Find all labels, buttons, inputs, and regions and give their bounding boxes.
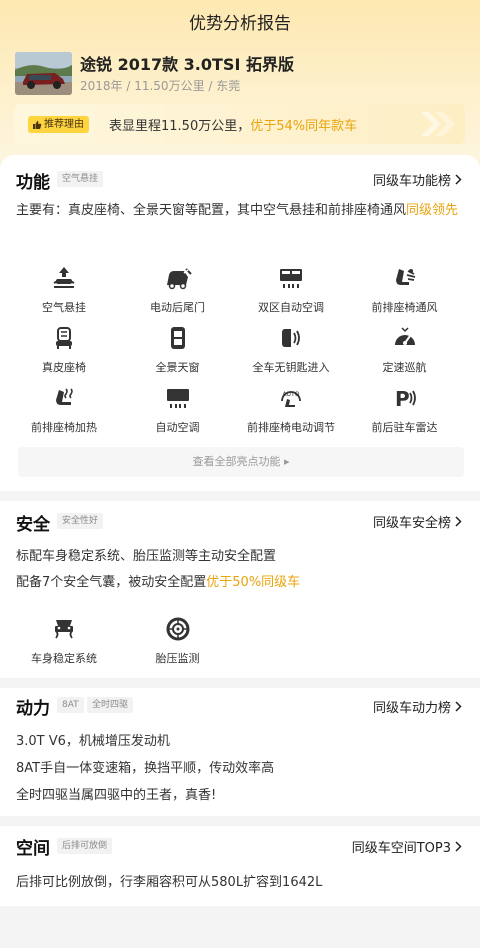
feature-label: 空气悬挂	[42, 301, 86, 314]
svg-text:P: P	[395, 387, 410, 411]
chevron-right-icon	[455, 701, 462, 712]
tire-pressure-icon	[123, 616, 233, 642]
feature-item[interactable]: 前排座椅通风	[350, 265, 460, 315]
chevron-decoration-icon	[421, 112, 455, 136]
keyless-entry-icon	[236, 325, 346, 351]
reason-text-highlight: 优于54%同年款车	[250, 119, 358, 134]
seat-heating-icon	[9, 385, 119, 411]
function-description: 主要有：真皮座椅、全景天窗等配置，其中空气悬挂和前排座椅通风同级领先	[16, 200, 462, 222]
see-all-features-button[interactable]: 查看全部亮点功能 ▸	[18, 447, 464, 477]
thumb-up-icon	[33, 120, 42, 129]
function-rank-label: 同级车功能榜	[372, 174, 451, 189]
feature-label: 电动后尾门	[150, 301, 205, 314]
power-rank-label: 同级车动力榜	[372, 701, 451, 716]
safety-line-2: 配备7个安全气囊，被动安全配置优于50%同级车	[16, 571, 300, 590]
feature-item[interactable]: 胎压监测	[123, 616, 233, 666]
parking-radar-icon: P	[350, 385, 460, 411]
feature-item[interactable]: 双区自动空调	[236, 265, 346, 315]
feature-item[interactable]: 空气悬挂	[9, 265, 119, 315]
feature-label: 前排座椅电动调节	[247, 421, 335, 434]
feature-item[interactable]: 前排座椅加热	[9, 385, 119, 435]
power-rank-link[interactable]: 同级车动力榜	[373, 697, 462, 716]
space-card: 空间 后排可放倒 同级车空间TOP3 后排可比例放倒，行李厢容积可从580L扩容…	[0, 826, 480, 906]
page-title: 优势分析报告	[189, 14, 291, 34]
feature-label: 双区自动空调	[258, 301, 324, 314]
feature-item[interactable]: 自动空调	[123, 385, 233, 435]
feature-label: 全景天窗	[155, 361, 200, 374]
function-title: 功能	[16, 173, 50, 193]
feature-item[interactable]: 真皮座椅	[9, 325, 119, 375]
space-rank-label: 同级车空间TOP3	[351, 841, 451, 856]
section-divider	[0, 491, 480, 501]
feature-item[interactable]: 定速巡航	[350, 325, 460, 375]
panoramic-sunroof-icon	[123, 325, 233, 351]
safety-title: 安全	[16, 515, 50, 535]
feature-label: 定速巡航	[382, 361, 427, 374]
feature-item[interactable]: 电动后尾门	[123, 265, 233, 315]
feature-label: 自动空调	[155, 421, 200, 434]
safety-line-2-highlight: 优于50%同级车	[206, 575, 301, 590]
power-seat-adjust-icon: AUTO	[236, 385, 346, 411]
power-tailgate-icon	[123, 265, 233, 291]
auto-ac-icon	[123, 385, 233, 411]
recommend-reason-tag: 推荐理由	[28, 116, 89, 133]
function-card: 功能 空气悬挂 同级车功能榜 主要有：真皮座椅、全景天窗等配置，其中空气悬挂和前…	[0, 155, 480, 491]
feature-label: 全车无钥匙进入	[252, 361, 330, 374]
feature-item[interactable]: 全车无钥匙进入	[236, 325, 346, 375]
space-rank-link[interactable]: 同级车空间TOP3	[352, 837, 462, 856]
reason-text-prefix: 表显里程11.50万公里，	[109, 119, 251, 134]
feature-label: 前排座椅通风	[371, 301, 438, 314]
space-line: 后排可比例放倒，行李厢容积可从580L扩容到1642L	[16, 875, 323, 890]
chevron-right-icon	[455, 516, 462, 527]
feature-item[interactable]: 车身稳定系统	[9, 616, 119, 666]
power-tag-drive: 全时四驱	[87, 697, 134, 713]
dual-zone-ac-icon	[236, 265, 346, 291]
power-tag-transmission: 8AT	[57, 697, 84, 713]
safety-rank-label: 同级车安全榜	[372, 516, 451, 531]
power-card: 动力 8AT 全时四驱 同级车动力榜 3.0T V6，机械增压发动机 8AT手自…	[0, 688, 480, 816]
function-desc-highlight: 同级领先	[406, 203, 459, 218]
section-divider	[0, 678, 480, 688]
feature-label: 前后驻车雷达	[371, 421, 438, 434]
recommend-reason-bar: 推荐理由 表显里程11.50万公里，优于54%同年款车	[14, 104, 465, 144]
report-header: 优势分析报告 途锐 2017款 3.0TSI 拓界版 2018年 / 11.50…	[0, 0, 480, 172]
stability-control-icon	[9, 616, 119, 642]
feature-label: 车身稳定系统	[31, 652, 97, 665]
air-suspension-icon	[9, 265, 119, 291]
seat-ventilation-icon	[350, 265, 460, 291]
safety-line-1: 标配车身稳定系统、胎压监测等主动安全配置	[16, 549, 277, 564]
function-rank-link[interactable]: 同级车功能榜	[373, 170, 462, 189]
power-line: 全时四驱当属四驱中的王者，真香!	[16, 788, 217, 803]
power-title: 动力	[16, 699, 50, 719]
recommend-reason-text: 表显里程11.50万公里，优于54%同年款车	[109, 115, 357, 134]
function-tag: 空气悬挂	[57, 171, 104, 187]
safety-tag: 安全性好	[57, 513, 104, 529]
function-desc-prefix: 主要有：真皮座椅、全景天窗等配置，其中空气悬挂和前排座椅通风	[16, 203, 407, 218]
car-name: 途锐 2017款 3.0TSI 拓界版	[80, 55, 294, 74]
power-line: 8AT手自一体变速箱，换挡平顺，传动效率高	[16, 761, 275, 776]
feature-label: 前排座椅加热	[31, 421, 97, 434]
space-tag: 后排可放倒	[57, 838, 113, 854]
car-thumbnail[interactable]	[15, 52, 72, 95]
feature-item[interactable]: P 前后驻车雷达	[350, 385, 460, 435]
feature-item[interactable]: AUTO 前排座椅电动调节	[236, 385, 346, 435]
recommend-reason-label: 推荐理由	[44, 119, 84, 130]
safety-rank-link[interactable]: 同级车安全榜	[373, 512, 462, 531]
cruise-control-icon	[350, 325, 460, 351]
safety-line-2-prefix: 配备7个安全气囊，被动安全配置	[16, 575, 207, 590]
space-title: 空间	[16, 839, 50, 859]
chevron-right-icon	[455, 841, 462, 852]
section-divider	[0, 816, 480, 826]
power-line: 3.0T V6，机械增压发动机	[16, 734, 170, 749]
feature-item[interactable]: 全景天窗	[123, 325, 233, 375]
car-meta: 2018年 / 11.50万公里 / 东莞	[80, 79, 241, 93]
feature-label: 胎压监测	[155, 652, 200, 665]
chevron-right-icon	[455, 174, 462, 185]
leather-seat-icon	[9, 325, 119, 351]
feature-label: 真皮座椅	[42, 361, 86, 374]
svg-text:AUTO: AUTO	[283, 391, 300, 398]
